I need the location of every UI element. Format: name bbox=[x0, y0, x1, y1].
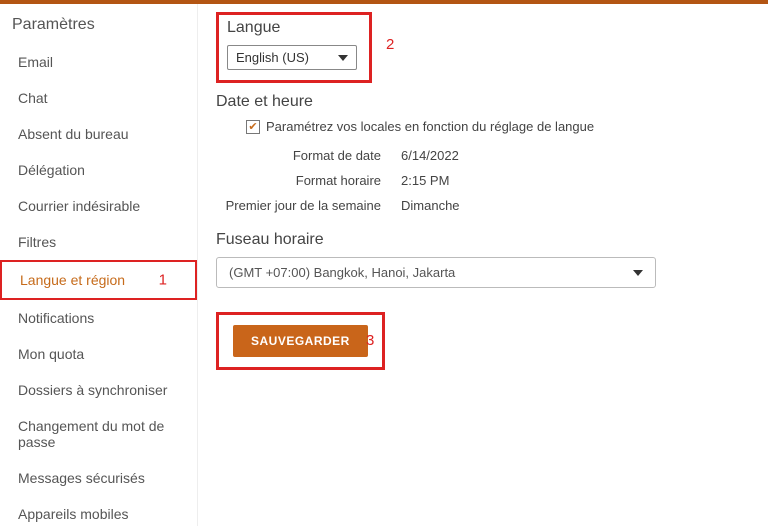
annotation-2: 2 bbox=[386, 36, 394, 53]
sidebar-item-notifications[interactable]: Notifications bbox=[0, 300, 197, 336]
locale-checkbox[interactable]: ✔ bbox=[246, 120, 260, 134]
sidebar-item-change-password[interactable]: Changement du mot de passe bbox=[0, 408, 197, 460]
sidebar-title: Paramètres bbox=[0, 10, 197, 44]
main-panel: Langue English (US) 2 Date et heure ✔ Pa… bbox=[198, 4, 768, 526]
time-format-value: 2:15 PM bbox=[401, 173, 449, 188]
first-day-label: Premier jour de la semaine bbox=[216, 198, 401, 213]
annotation-1: 1 bbox=[159, 272, 167, 289]
sidebar-item-filters[interactable]: Filtres bbox=[0, 224, 197, 260]
settings-sidebar: Paramètres Email Chat Absent du bureau D… bbox=[0, 4, 198, 526]
sidebar-item-mobile-devices[interactable]: Appareils mobiles bbox=[0, 496, 197, 532]
time-format-label: Format horaire bbox=[216, 173, 401, 188]
date-format-label: Format de date bbox=[216, 148, 401, 163]
language-section-highlight: Langue English (US) bbox=[216, 12, 372, 83]
language-select-value: English (US) bbox=[236, 50, 309, 65]
save-highlight: SAUVEGARDER bbox=[216, 312, 385, 370]
timezone-select-value: (GMT +07:00) Bangkok, Hanoi, Jakarta bbox=[229, 265, 455, 280]
sidebar-item-out-of-office[interactable]: Absent du bureau bbox=[0, 116, 197, 152]
datetime-section: Date et heure ✔ Paramétrez vos locales e… bbox=[216, 93, 748, 213]
sidebar-item-quota[interactable]: Mon quota bbox=[0, 336, 197, 372]
sidebar-item-label: Langue et région bbox=[20, 272, 125, 288]
language-select[interactable]: English (US) bbox=[227, 45, 357, 70]
datetime-heading: Date et heure bbox=[216, 93, 748, 111]
first-day-value: Dimanche bbox=[401, 198, 460, 213]
annotation-3: 3 bbox=[366, 332, 374, 349]
sidebar-item-sync-folders[interactable]: Dossiers à synchroniser bbox=[0, 372, 197, 408]
sidebar-item-delegation[interactable]: Délégation bbox=[0, 152, 197, 188]
save-button[interactable]: SAUVEGARDER bbox=[233, 325, 368, 357]
timezone-section: Fuseau horaire (GMT +07:00) Bangkok, Han… bbox=[216, 231, 748, 288]
date-format-value: 6/14/2022 bbox=[401, 148, 459, 163]
timezone-select[interactable]: (GMT +07:00) Bangkok, Hanoi, Jakarta bbox=[216, 257, 656, 288]
sidebar-item-secure-messages[interactable]: Messages sécurisés bbox=[0, 460, 197, 496]
sidebar-item-language-region[interactable]: Langue et région 1 bbox=[0, 260, 197, 300]
chevron-down-icon bbox=[338, 55, 348, 61]
timezone-heading: Fuseau horaire bbox=[216, 231, 748, 249]
language-heading: Langue bbox=[227, 19, 361, 37]
locale-checkbox-label: Paramétrez vos locales en fonction du ré… bbox=[266, 119, 594, 134]
sidebar-item-email[interactable]: Email bbox=[0, 44, 197, 80]
sidebar-item-chat[interactable]: Chat bbox=[0, 80, 197, 116]
sidebar-item-spam[interactable]: Courrier indésirable bbox=[0, 188, 197, 224]
chevron-down-icon bbox=[633, 270, 643, 276]
